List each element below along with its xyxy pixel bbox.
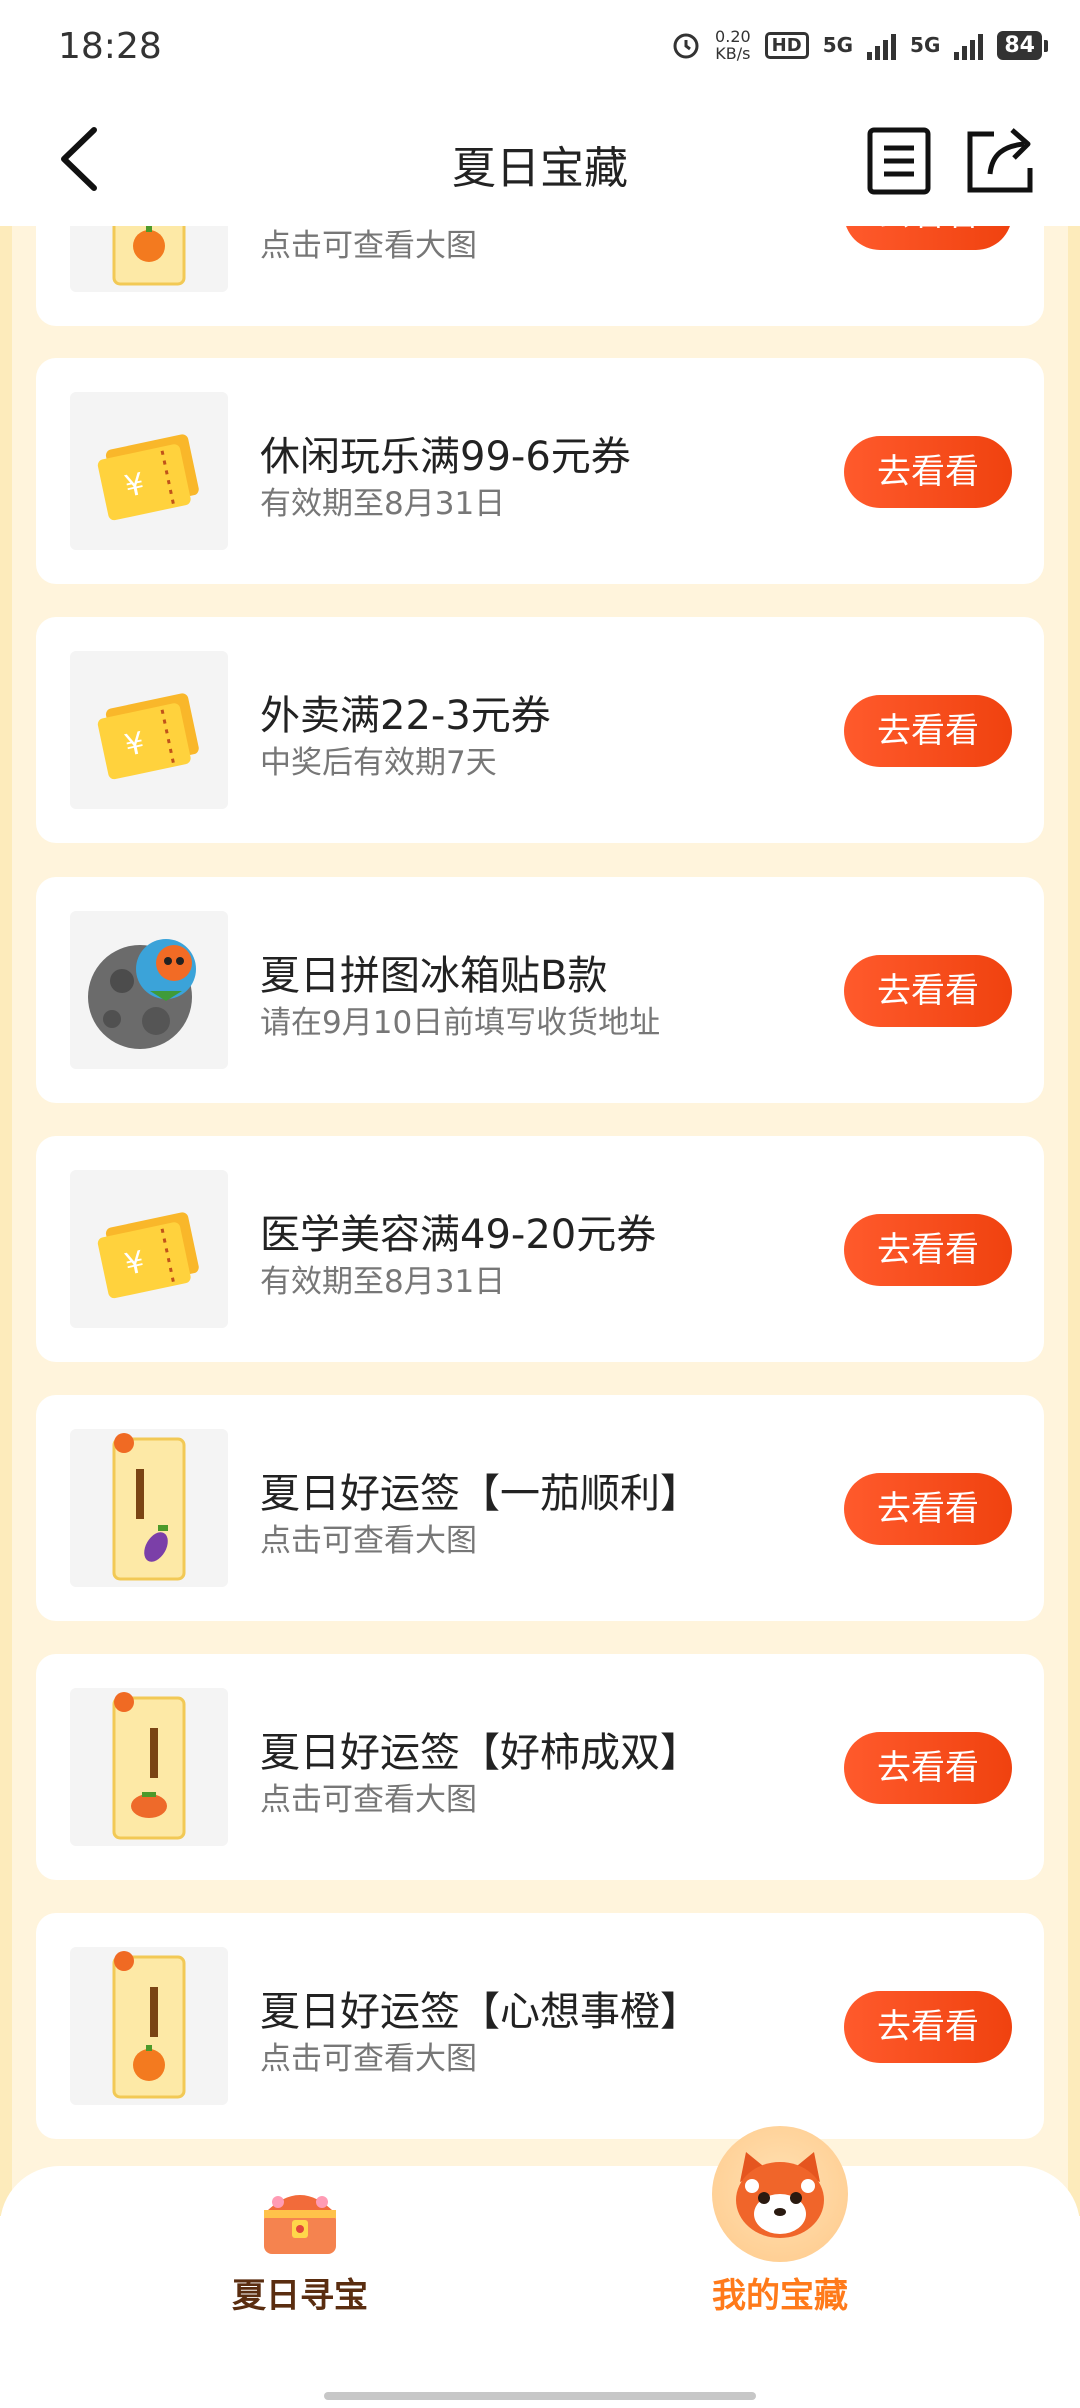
red-panda-icon bbox=[736, 2152, 824, 2238]
status-bar: 18:28 0.20 KB/s HD 5G 5G 84 bbox=[0, 0, 1080, 96]
coupon-thumb[interactable]: ¥ bbox=[70, 1170, 228, 1328]
nav-label: 夏日寻宝 bbox=[232, 2276, 368, 2316]
home-indicator[interactable] bbox=[324, 2392, 756, 2400]
view-button[interactable]: 去看看 bbox=[844, 1991, 1012, 2063]
item-subtitle: 请在9月10日前填写收货地址 bbox=[260, 1005, 661, 1041]
list-item: 点击可查看大图 去看看 bbox=[36, 226, 1044, 326]
header: 夏日宝藏 bbox=[0, 96, 1080, 226]
item-subtitle: 有效期至8月31日 bbox=[260, 486, 506, 522]
coupon-ticket-icon: ¥ bbox=[97, 1212, 199, 1299]
list-item: 夏日好运签【一茄顺利】 点击可查看大图 去看看 bbox=[36, 1395, 1044, 1621]
network-speed-unit: KB/s bbox=[715, 44, 751, 63]
fortune-card-icon bbox=[112, 226, 186, 286]
view-button[interactable]: 去看看 bbox=[844, 1214, 1012, 1286]
fridge-magnet-thumb[interactable] bbox=[70, 911, 228, 1069]
list-item: ¥ 休闲玩乐满99-6元券 有效期至8月31日 去看看 bbox=[36, 358, 1044, 584]
item-title: 夏日好运签【一茄顺利】 bbox=[260, 1471, 700, 1517]
nav-label: 我的宝藏 bbox=[712, 2276, 848, 2316]
signal-icon bbox=[954, 30, 984, 60]
fortune-card-icon bbox=[112, 1692, 186, 1840]
sim1-label: 5G bbox=[822, 33, 854, 57]
network-speed: 0.20 KB/s bbox=[715, 28, 751, 62]
hd-icon: HD bbox=[764, 31, 809, 59]
sim2-label: 5G bbox=[910, 33, 941, 57]
fortune-card-thumb[interactable] bbox=[70, 1429, 228, 1587]
document-list-icon bbox=[867, 127, 931, 195]
item-subtitle: 中奖后有效期7天 bbox=[260, 745, 497, 781]
list-item: ¥ 医学美容满49-20元券 有效期至8月31日 去看看 bbox=[36, 1136, 1044, 1362]
view-button[interactable]: 去看看 bbox=[844, 695, 1012, 767]
fortune-card-thumb[interactable] bbox=[70, 226, 228, 292]
list-item: 夏日拼图冰箱贴B款 请在9月10日前填写收货地址 去看看 bbox=[36, 877, 1044, 1103]
fortune-card-thumb[interactable] bbox=[70, 1688, 228, 1846]
alarm-icon bbox=[673, 33, 699, 59]
status-time: 18:28 bbox=[58, 26, 162, 67]
records-button[interactable] bbox=[866, 126, 932, 196]
list-item: ¥ 外卖满22-3元券 中奖后有效期7天 去看看 bbox=[36, 617, 1044, 843]
coupon-ticket-icon: ¥ bbox=[97, 434, 199, 521]
item-subtitle: 点击可查看大图 bbox=[260, 1782, 477, 1818]
view-button[interactable]: 去看看 bbox=[844, 226, 1012, 250]
signal-icon bbox=[867, 30, 897, 60]
item-subtitle: 点击可查看大图 bbox=[260, 1523, 477, 1559]
battery-icon: 84 bbox=[997, 30, 1048, 60]
item-title: 夏日好运签【好柿成双】 bbox=[260, 1730, 700, 1776]
fortune-card-icon bbox=[112, 1433, 186, 1581]
share-button[interactable] bbox=[964, 124, 1036, 196]
coupon-thumb[interactable]: ¥ bbox=[70, 651, 228, 809]
nav-item-my-treasure[interactable]: 我的宝藏 bbox=[680, 2126, 880, 2366]
item-title: 外卖满22-3元券 bbox=[260, 693, 551, 739]
network-speed-value: 0.20 bbox=[715, 27, 751, 46]
item-subtitle: 有效期至8月31日 bbox=[260, 1264, 506, 1300]
view-button[interactable]: 去看看 bbox=[844, 955, 1012, 1027]
item-title: 夏日拼图冰箱贴B款 bbox=[260, 953, 608, 999]
coupon-thumb[interactable]: ¥ bbox=[70, 392, 228, 550]
item-title: 医学美容满49-20元券 bbox=[260, 1212, 657, 1258]
coupon-ticket-icon: ¥ bbox=[97, 693, 199, 780]
fridge-magnet-icon bbox=[88, 939, 196, 1049]
fortune-card-icon bbox=[112, 1951, 186, 2099]
item-subtitle: 点击可查看大图 bbox=[260, 228, 477, 264]
nav-item-treasure-hunt[interactable]: 夏日寻宝 bbox=[200, 2166, 400, 2366]
view-button[interactable]: 去看看 bbox=[844, 436, 1012, 508]
nav-avatar bbox=[712, 2126, 848, 2262]
status-icons: 0.20 KB/s HD 5G 5G 84 bbox=[671, 28, 1048, 62]
view-button[interactable]: 去看看 bbox=[844, 1732, 1012, 1804]
treasure-list[interactable]: 点击可查看大图 去看看 ¥ 休闲玩乐满99-6元券 有效期至8月31日 去看看 bbox=[0, 226, 1080, 2216]
view-button[interactable]: 去看看 bbox=[844, 1473, 1012, 1545]
fortune-card-thumb[interactable] bbox=[70, 1947, 228, 2105]
list-item: 夏日好运签【心想事橙】 点击可查看大图 去看看 bbox=[36, 1913, 1044, 2139]
item-title: 夏日好运签【心想事橙】 bbox=[260, 1989, 700, 2035]
treasure-chest-icon bbox=[264, 2195, 336, 2254]
bottom-nav: 夏日寻宝 我的宝藏 bbox=[0, 2126, 1080, 2408]
share-icon bbox=[967, 128, 1033, 193]
item-title: 休闲玩乐满99-6元券 bbox=[260, 434, 631, 480]
item-subtitle: 点击可查看大图 bbox=[260, 2041, 477, 2077]
list-item: 夏日好运签【好柿成双】 点击可查看大图 去看看 bbox=[36, 1654, 1044, 1880]
